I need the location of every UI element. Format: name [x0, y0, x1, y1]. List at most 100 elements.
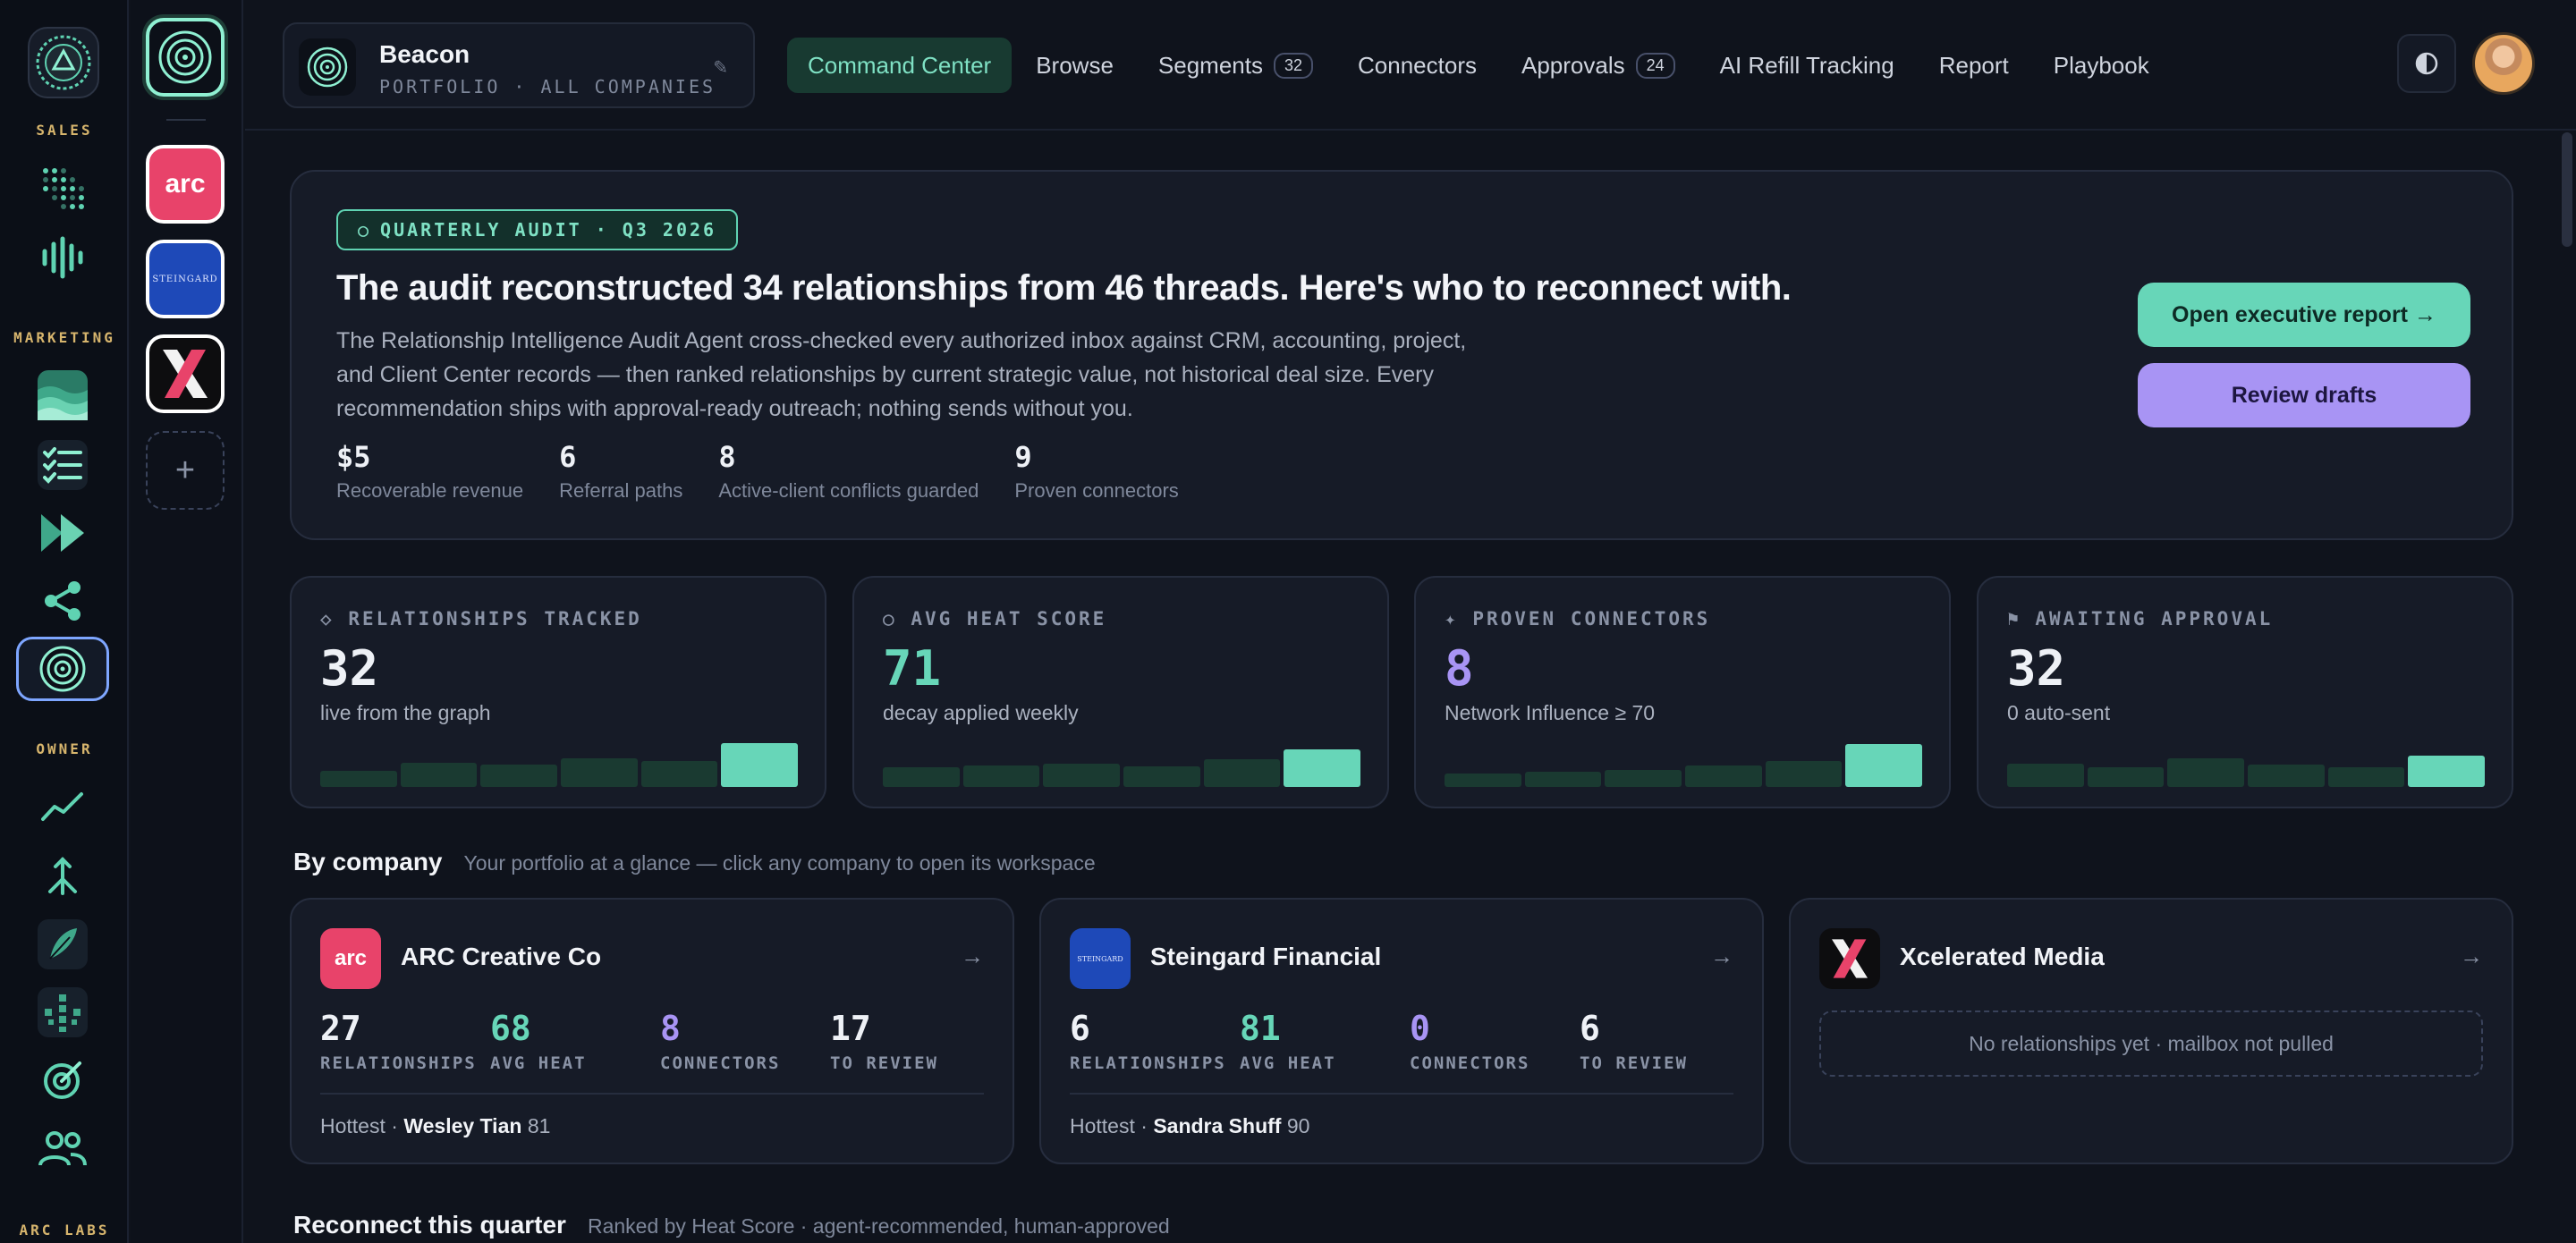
spark-bar [1845, 744, 1923, 787]
share-nodes-icon[interactable] [30, 572, 95, 630]
company-name: Steingard Financial [1150, 943, 1382, 970]
metric-value: 27 [320, 1009, 361, 1048]
kpi-subtext: decay applied weekly [883, 701, 1079, 724]
company-xcelerated[interactable] [146, 334, 225, 413]
company-card-arc-creative[interactable]: arc ARC Creative Co → 27 RELATIONSHIPS 68… [290, 898, 1014, 1164]
workspace-switcher[interactable]: Beacon PORTFOLIO · ALL COMPANIES ✎ [283, 22, 755, 108]
kpi-awaiting-approval[interactable]: ⚑ AWAITING APPROVAL 32 0 auto-sent [1977, 576, 2513, 808]
kpi-value: 32 [320, 640, 379, 697]
company-arc-creative[interactable]: arc [146, 145, 225, 224]
company-card-xcelerated[interactable]: Xcelerated Media → No relationships yet … [1789, 898, 2513, 1164]
scrollbar[interactable] [2560, 132, 2574, 1243]
kpi-label-text: RELATIONSHIPS TRACKED [348, 608, 642, 630]
avatar[interactable] [2472, 32, 2535, 95]
arrow-right-icon[interactable]: → [2460, 943, 2483, 970]
company-beacon[interactable] [146, 18, 225, 97]
tab-approvals[interactable]: Approvals 24 [1501, 38, 1696, 93]
hottest-name: Sandra Shuff [1153, 1114, 1282, 1137]
company-steingard[interactable]: STEINGARD [146, 240, 225, 318]
hottest-prefix: Hottest · [1070, 1114, 1154, 1137]
kpi-proven-connectors[interactable]: ✦ PROVEN CONNECTORS 8 Network Influence … [1414, 576, 1951, 808]
kpi-subtext: live from the graph [320, 701, 491, 724]
kpi-label: ◇ RELATIONSHIPS TRACKED [320, 608, 642, 630]
hero-stats: $5 Recoverable revenue 6 Referral paths 8 A… [336, 440, 1179, 503]
review-drafts-button[interactable]: Review drafts [2138, 363, 2470, 427]
workspace-name: Beacon [379, 40, 470, 68]
tab-report[interactable]: Report [1919, 38, 2029, 93]
metric-label: AVG HEAT [490, 1053, 587, 1073]
kpi-relationships-tracked[interactable]: ◇ RELATIONSHIPS TRACKED 32 live from the… [290, 576, 826, 808]
stat-label: Active-client conflicts guarded [718, 479, 979, 502]
empty-state: No relationships yet · mailbox not pulle… [1819, 1010, 2483, 1077]
tab-label: Browse [1036, 51, 1114, 79]
arrow-right-icon[interactable]: → [1710, 943, 1733, 970]
open-executive-report-button[interactable]: Open executive report → [2138, 283, 2470, 347]
stat-conflicts-guarded: 8 Active-client conflicts guarded [718, 440, 979, 503]
contrast-icon [2415, 52, 2438, 75]
tab-ai-refill-tracking[interactable]: AI Refill Tracking [1699, 38, 1915, 93]
spark-bar [2327, 767, 2405, 787]
spark-bar [1445, 774, 1521, 787]
metric-label: TO REVIEW [1580, 1053, 1688, 1073]
section-title: By company [293, 848, 443, 875]
spark-bar [1524, 772, 1602, 787]
metric-label: CONNECTORS [1410, 1053, 1530, 1073]
hottest-prefix: Hottest · [320, 1114, 404, 1137]
theme-toggle-button[interactable] [2397, 34, 2456, 93]
tab-browse[interactable]: Browse [1015, 38, 1134, 93]
metric-value: 0 [1410, 1009, 1430, 1048]
spark-bar [2408, 755, 2486, 787]
kpi-avg-heat-score[interactable]: ○ AVG HEAT SCORE 71 decay applied weekly [852, 576, 1389, 808]
add-company-button[interactable]: + [146, 431, 225, 510]
arc-logo: arc [165, 169, 206, 199]
hero-title: The audit reconstructed 34 relationships… [336, 268, 1792, 308]
spark-bar [2007, 764, 2084, 787]
hottest-score: 81 [527, 1114, 551, 1137]
target-rings-icon[interactable] [16, 637, 109, 701]
tab-connectors[interactable]: Connectors [1337, 38, 1497, 93]
waves-icon[interactable] [30, 367, 95, 424]
divider [166, 119, 206, 121]
company-switcher: arc STEINGARD + [131, 0, 243, 1243]
arrow-split-icon[interactable] [30, 848, 95, 905]
spark-bar [1203, 758, 1281, 787]
spark-bar [400, 762, 478, 787]
metric-avg-heat: 68 AVG HEAT [490, 1009, 660, 1073]
feather-icon[interactable] [30, 916, 95, 973]
top-bar: Beacon PORTFOLIO · ALL COMPANIES ✎ Comma… [245, 0, 2576, 131]
tab-label: Segments [1157, 51, 1263, 79]
reconnect-header: Reconnect this quarter Ranked by Heat Sc… [293, 1211, 1170, 1239]
stat-value: $5 [336, 440, 371, 474]
waveform-icon[interactable] [30, 229, 95, 286]
dot-grid-icon[interactable] [30, 159, 95, 216]
kpi-subtext: Network Influence ≥ 70 [1445, 701, 1656, 724]
trend-line-icon[interactable] [30, 778, 95, 835]
stat-recoverable-revenue: $5 Recoverable revenue [336, 440, 523, 503]
checklist-icon[interactable] [30, 436, 95, 494]
section-subtitle: Ranked by Heat Score · agent-recommended… [587, 1214, 1170, 1238]
company-metrics: 27 RELATIONSHIPS 68 AVG HEAT 8 CONNECTORS 1… [320, 1009, 1000, 1073]
stat-referral-paths: 6 Referral paths [559, 440, 682, 503]
dart-target-icon[interactable] [30, 1052, 95, 1109]
arrow-right-icon[interactable]: → [961, 943, 984, 970]
company-card-steingard[interactable]: STEINGARD Steingard Financial → 6 RELATIO… [1039, 898, 1764, 1164]
kpi-subtext: 0 auto-sent [2007, 701, 2111, 724]
count-badge: 24 [1635, 52, 1675, 79]
app-logo-icon[interactable] [28, 27, 99, 98]
metric-value: 6 [1580, 1009, 1600, 1048]
spark-bar [480, 765, 558, 787]
crosshair-grid-icon[interactable] [30, 984, 95, 1041]
users-icon[interactable] [30, 1120, 95, 1177]
tab-segments[interactable]: Segments 32 [1138, 38, 1334, 93]
metric-to-review: 17 TO REVIEW [830, 1009, 1000, 1073]
scrollbar-thumb[interactable] [2562, 132, 2572, 247]
tab-playbook[interactable]: Playbook [2033, 38, 2170, 93]
divider [1070, 1093, 1733, 1095]
tab-command-center[interactable]: Command Center [787, 38, 1013, 93]
x-logo-icon [163, 350, 208, 398]
fast-forward-icon[interactable] [30, 504, 95, 562]
kpi-label: ⚑ AWAITING APPROVAL [2007, 608, 2273, 630]
spark-bar [1123, 766, 1200, 787]
metric-relationships: 6 RELATIONSHIPS [1070, 1009, 1240, 1073]
edit-icon[interactable]: ✎ [713, 56, 728, 79]
